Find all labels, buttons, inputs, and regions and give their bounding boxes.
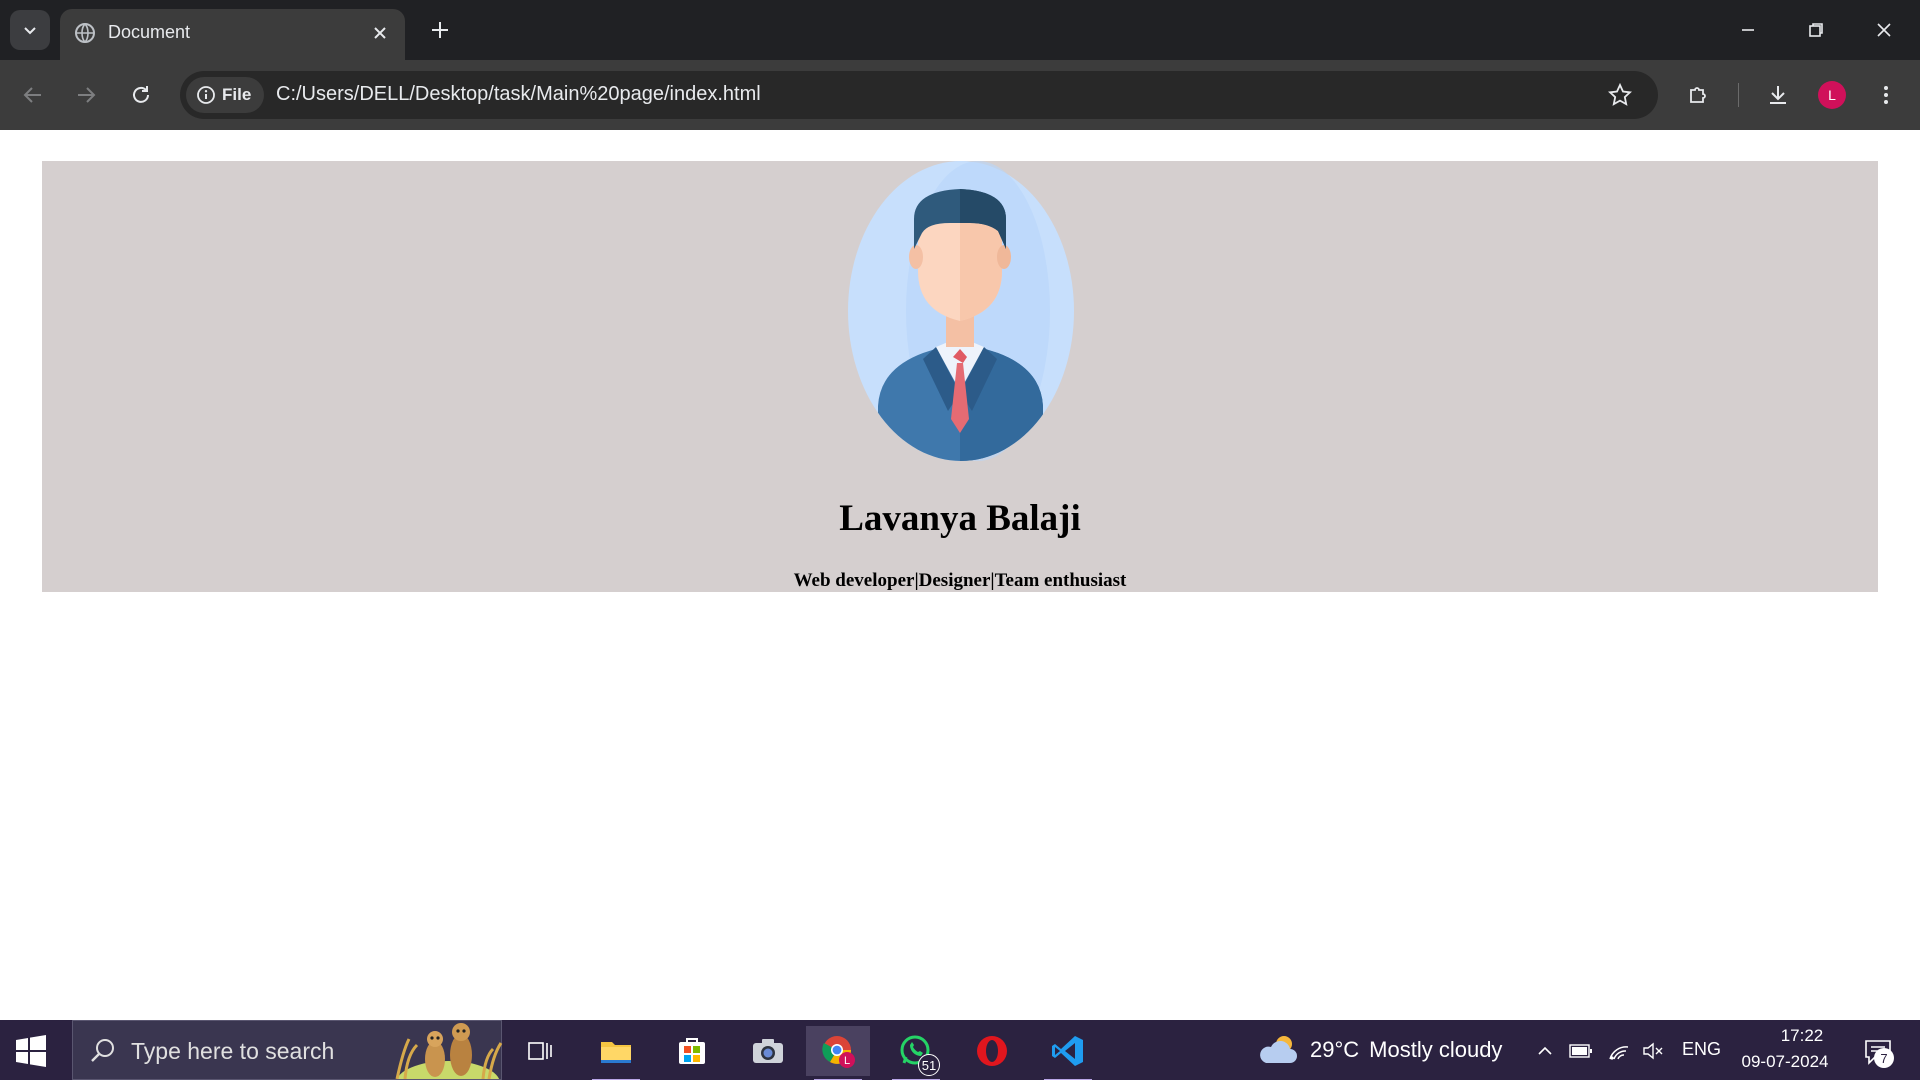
profile-button[interactable]: L [1810, 73, 1854, 117]
arrow-left-icon [23, 87, 41, 103]
battery-icon [1569, 1044, 1592, 1058]
taskbar-weather[interactable]: 29°C Mostly cloudy [1258, 1030, 1502, 1070]
close-icon [1877, 23, 1891, 37]
browser-menu-button[interactable] [1864, 73, 1908, 117]
minimize-icon [1742, 29, 1754, 31]
address-bar[interactable]: File C:/Users/DELL/Desktop/task/Main%20p… [180, 71, 1658, 119]
windows-start-icon[interactable] [14, 1034, 48, 1068]
reload-icon [133, 86, 149, 103]
wifi-icon [1609, 1046, 1629, 1060]
puzzle-icon [1690, 87, 1706, 103]
close-icon [374, 27, 386, 39]
taskbar-file-explorer[interactable] [584, 1026, 648, 1080]
taskbar-task-view[interactable] [508, 1026, 572, 1076]
taskbar-opera[interactable] [960, 1026, 1024, 1076]
tab-document[interactable]: Document [60, 9, 405, 60]
more-vertical-icon [1884, 86, 1888, 104]
profile-avatar: L [1818, 81, 1846, 109]
site-info-chip[interactable]: File [186, 77, 264, 113]
input-language[interactable]: ENG [1682, 1039, 1721, 1060]
forward-button[interactable] [64, 73, 108, 117]
opera-icon [977, 1036, 1007, 1066]
tab-search-button[interactable] [10, 10, 50, 50]
windows-taskbar: Type here to search L 51 29°C Mostly clo… [0, 1020, 1920, 1080]
back-button[interactable] [11, 73, 55, 117]
plus-icon [432, 22, 448, 38]
new-tab-button[interactable] [424, 14, 456, 46]
cloud-sun-icon [1260, 1036, 1297, 1063]
chrome-icon: L [822, 1036, 855, 1068]
folder-icon [601, 1042, 631, 1063]
taskbar-chrome[interactable]: L [806, 1026, 870, 1080]
vscode-icon [1052, 1036, 1083, 1066]
profile-name: Lavanya Balaji [839, 498, 1081, 539]
meerkat-search-highlight-icon [395, 1023, 503, 1079]
info-icon [197, 86, 215, 104]
extensions-button[interactable] [1677, 73, 1721, 117]
avatar [848, 161, 1074, 461]
network-status[interactable] [1606, 1038, 1632, 1064]
clock-date[interactable]: 09-07-2024 [1730, 1052, 1840, 1072]
weather-temp: 29°C [1310, 1037, 1360, 1062]
restore-icon [1809, 23, 1823, 37]
close-window-button[interactable] [1864, 10, 1904, 50]
clock-time[interactable]: 17:22 [1760, 1026, 1844, 1046]
weather-condition: Mostly cloudy [1369, 1037, 1503, 1062]
taskbar-whatsapp[interactable]: 51 [884, 1026, 948, 1080]
chevron-down-icon [24, 27, 36, 35]
profile-tagline: Web developer|Designer|Team enthusiast [793, 570, 1127, 591]
page-viewport: Lavanya Balaji Web developer|Designer|Te… [0, 130, 1920, 1020]
restore-button[interactable] [1796, 10, 1836, 50]
speaker-muted-icon [1643, 1042, 1663, 1060]
taskbar-microsoft-store[interactable] [660, 1026, 724, 1076]
volume-status[interactable] [1640, 1038, 1666, 1064]
reload-button[interactable] [119, 73, 163, 117]
notification-count: 7 [1874, 1048, 1894, 1068]
browser-toolbar: File C:/Users/DELL/Desktop/task/Main%20p… [0, 60, 1920, 130]
url-text[interactable]: C:/Users/DELL/Desktop/task/Main%20page/i… [276, 83, 761, 106]
taskbar-camera[interactable] [736, 1026, 800, 1076]
store-icon [679, 1038, 705, 1064]
minimize-button[interactable] [1728, 10, 1768, 50]
tab-close-button[interactable] [367, 20, 393, 46]
search-icon [91, 1039, 114, 1062]
battery-status[interactable] [1568, 1038, 1594, 1064]
star-icon [1608, 83, 1632, 106]
bookmark-button[interactable] [1600, 75, 1640, 115]
svg-text:L: L [844, 1055, 850, 1067]
search-placeholder: Type here to search [131, 1038, 335, 1064]
site-info-label: File [222, 85, 252, 104]
show-hidden-icons-button[interactable] [1532, 1038, 1558, 1064]
toolbar-divider [1738, 83, 1739, 107]
globe-icon [75, 23, 95, 43]
chevron-up-icon [1538, 1046, 1552, 1055]
download-icon [1770, 86, 1786, 104]
arrow-right-icon [78, 87, 96, 103]
taskbar-search[interactable]: Type here to search [72, 1020, 503, 1080]
whatsapp-badge: 51 [918, 1054, 940, 1076]
taskbar-vscode[interactable] [1036, 1026, 1100, 1080]
downloads-button[interactable] [1756, 73, 1800, 117]
browser-tab-bar: Document [0, 0, 1920, 60]
camera-icon [753, 1039, 783, 1063]
tab-title: Document [108, 22, 191, 42]
notification-center-button[interactable]: 7 [1858, 1032, 1898, 1072]
task-view-icon [528, 1042, 552, 1060]
hero-section: Lavanya Balaji Web developer|Designer|Te… [42, 161, 1878, 592]
